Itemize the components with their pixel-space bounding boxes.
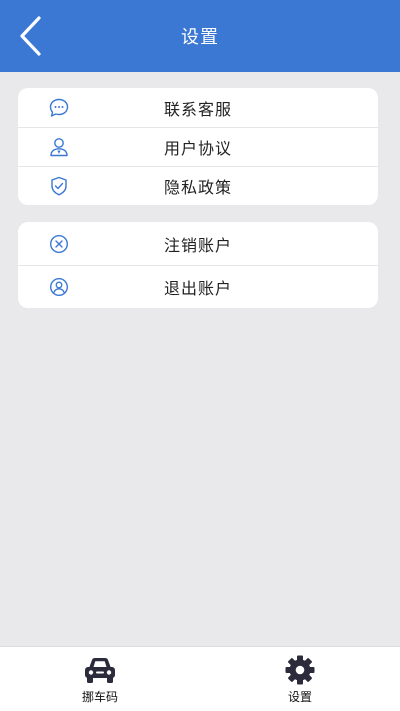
user-icon — [48, 136, 70, 158]
contact-support-item[interactable]: 联系客服 — [18, 88, 378, 127]
settings-group-primary: 联系客服 用户协议 隐私政策 — [18, 88, 378, 205]
page-title: 设置 — [181, 27, 219, 48]
gear-icon — [282, 654, 318, 686]
cancel-account-label: 注销账户 — [163, 235, 232, 255]
settings-group-account: 注销账户 退出账户 — [18, 222, 378, 308]
tab-settings[interactable]: 设置 — [200, 647, 400, 711]
back-button[interactable] — [8, 10, 52, 62]
logout-item[interactable]: 退出账户 — [18, 265, 378, 308]
bottom-tab-bar: 挪车码 设置 — [0, 646, 400, 711]
close-circle-icon — [48, 233, 70, 255]
car-icon — [82, 654, 118, 686]
tab-move-car-code[interactable]: 挪车码 — [0, 647, 200, 711]
user-agreement-item[interactable]: 用户协议 — [18, 127, 378, 166]
tab-settings-label: 设置 — [287, 689, 312, 704]
user-agreement-label: 用户协议 — [163, 139, 232, 158]
chat-bubble-icon — [48, 97, 70, 119]
contact-support-label: 联系客服 — [163, 99, 232, 119]
tab-move-car-code-label: 挪车码 — [81, 689, 118, 704]
logout-label: 退出账户 — [163, 279, 232, 298]
privacy-policy-item[interactable]: 隐私政策 — [18, 166, 378, 205]
shield-check-icon — [48, 175, 70, 197]
chevron-left-icon — [20, 16, 41, 56]
user-circle-icon — [48, 276, 70, 298]
cancel-account-item[interactable]: 注销账户 — [18, 222, 378, 265]
top-nav-bar: 设置 — [0, 0, 400, 72]
privacy-policy-label: 隐私政策 — [163, 178, 232, 197]
